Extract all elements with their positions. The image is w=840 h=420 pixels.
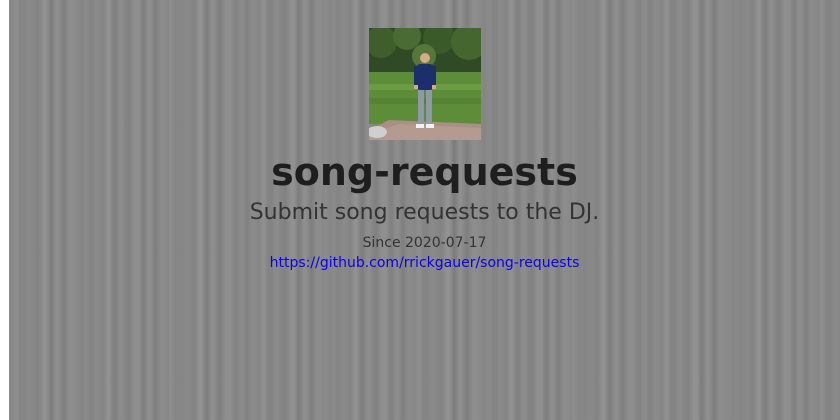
page: song-requests Submit song requests to th… [0,0,840,420]
avatar [368,28,481,140]
project-tagline: Submit song requests to the DJ. [249,200,600,225]
project-card: song-requests Submit song requests to th… [9,28,840,272]
project-title: song-requests [271,150,578,194]
since-date: Since 2020-07-17 [362,235,487,251]
repo-link[interactable]: https://github.com/rrickgauer/song-reque… [270,254,580,272]
left-margin [0,0,9,420]
